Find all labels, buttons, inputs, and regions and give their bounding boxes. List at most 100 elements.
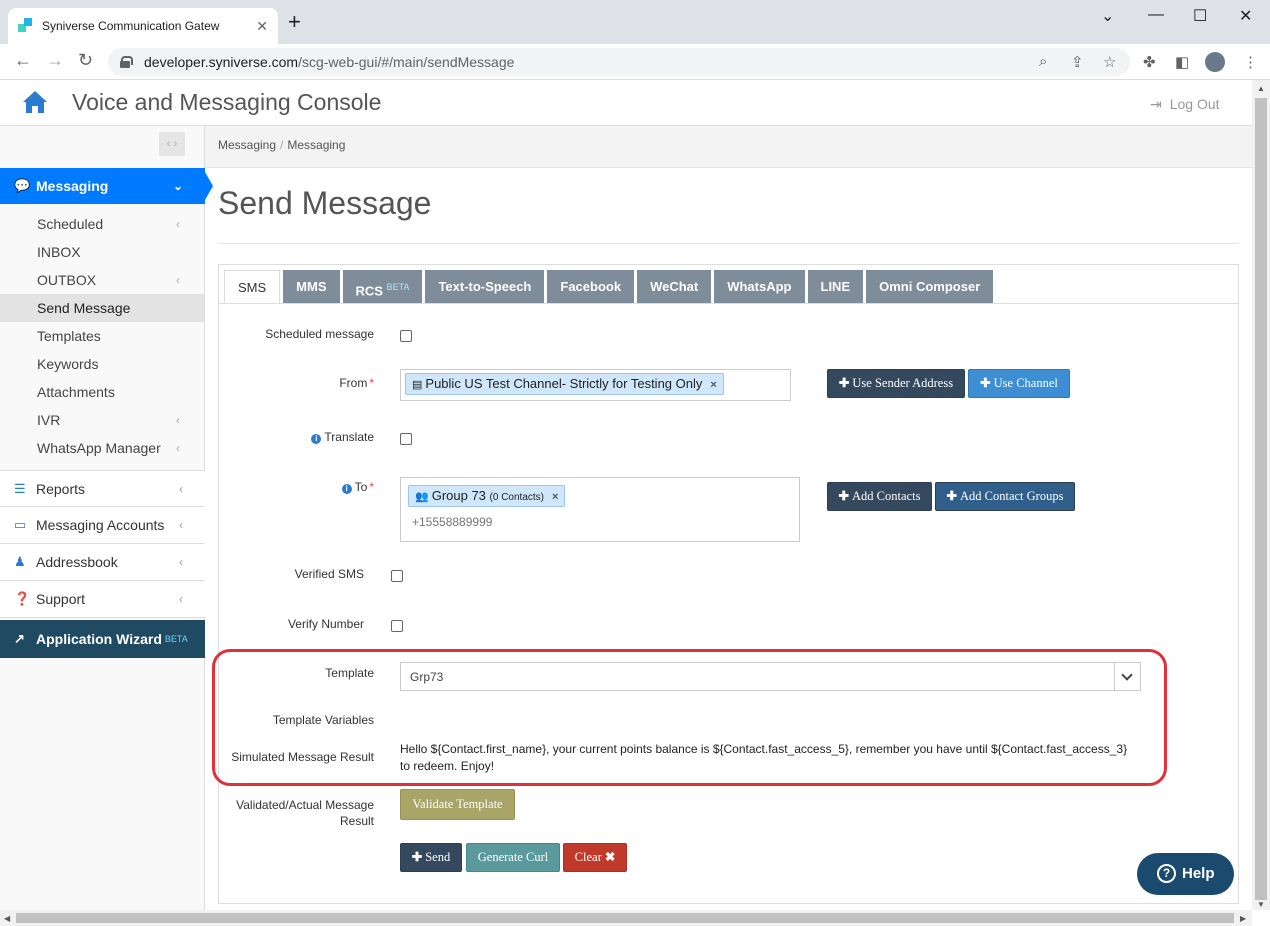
minimize-icon[interactable]: — [1148,6,1164,24]
tab-search-icon[interactable]: ⌄ [1101,6,1114,26]
window-close-icon[interactable]: ✕ [1239,6,1252,26]
generate-curl-button[interactable]: Generate Curl [466,843,560,872]
browser-tab[interactable]: Syniverse Communication Gatew ✕ [8,8,278,44]
logout-link[interactable]: ⇥ Log Out [1150,96,1220,113]
sidebar-sub-label: IVR [37,412,61,428]
zoom-icon[interactable]: ⌕ [1039,53,1047,70]
sidebar-item-attachments[interactable]: Attachments [0,378,204,406]
from-label: From * [220,376,374,390]
divider [218,243,1239,244]
scroll-down-icon[interactable]: ▼ [1257,900,1265,909]
sidebar-item-support[interactable]: ❓ Support ‹ [0,581,205,618]
sidebar-sub-label: INBOX [37,244,81,260]
tab-sms[interactable]: SMS [224,270,281,304]
plus-icon: ✚ [838,376,850,390]
tab-mms[interactable]: MMS [283,270,340,304]
card-icon: ▤ [412,379,423,391]
tab-text-to-speech[interactable]: Text-to-Speech [425,270,545,304]
tab-wechat[interactable]: WeChat [637,270,712,304]
extensions-icon[interactable]: ✤ [1143,53,1156,71]
sidebar-label-wizard: Application Wizard [36,631,162,647]
sidebar-item-application-wizard[interactable]: ↗ Application Wizard BETA [0,620,205,658]
verified-sms-label: Verified SMS [294,567,364,581]
to-input[interactable] [412,515,782,529]
scroll-up-icon[interactable]: ▲ [1257,84,1265,93]
verify-number-checkbox[interactable] [391,620,403,632]
scroll-left-icon[interactable]: ◀ [4,914,10,923]
add-contacts-button[interactable]: ✚ Add Contacts [827,482,932,511]
breadcrumb-item[interactable]: Messaging [287,138,345,152]
browser-titlebar: Syniverse Communication Gatew ✕ + ⌄ — ☐ … [0,0,1270,44]
profile-avatar[interactable] [1205,52,1225,72]
horizontal-scrollbar[interactable]: ◀ ▶ [0,910,1252,926]
sidebar-sub-label: Send Message [37,300,131,316]
annotation-highlight-box [212,649,1167,786]
sidebar-item-inbox[interactable]: INBOX [0,238,204,266]
chip-remove-icon[interactable]: × [552,491,558,503]
sidebar-item-outbox[interactable]: OUTBOX ‹ [0,266,204,294]
reload-icon[interactable]: ↻ [78,50,93,71]
breadcrumb-item[interactable]: Messaging [218,138,276,152]
sidepanel-icon[interactable]: ◧ [1175,53,1189,71]
sidebar-item-send-message[interactable]: Send Message [0,294,204,322]
chevron-left-icon: ‹ [176,413,180,427]
to-field[interactable]: 👥 Group 73 (0 Contacts) × [400,477,800,542]
use-sender-address-button[interactable]: ✚ Use Sender Address [827,369,965,398]
tab-close-icon[interactable]: ✕ [256,18,268,35]
address-bar[interactable]: developer.syniverse.com/scg-web-gui/#/ma… [108,48,1130,76]
menu-dots-icon[interactable]: ⋮ [1243,53,1258,71]
button-label: Add Contacts [852,489,921,503]
group-icon: 👥 [415,491,429,503]
tab-line[interactable]: LINE [807,270,864,304]
tab-whatsapp[interactable]: WhatsApp [714,270,805,304]
scroll-right-icon[interactable]: ▶ [1240,914,1246,923]
tab-title: Syniverse Communication Gatew [42,19,220,33]
external-link-icon: ↗ [14,631,25,646]
verified-sms-checkbox[interactable] [391,570,403,582]
send-button[interactable]: ✚ Send [400,843,462,872]
required-mark: * [369,480,374,494]
add-contact-groups-button[interactable]: ✚ Add Contact Groups [935,482,1075,511]
sidebar-collapse-button[interactable]: ‹ › [159,132,185,156]
scroll-thumb[interactable] [1255,98,1267,900]
sidebar-item-messaging[interactable]: 💬 Messaging ⌄ [0,168,213,204]
chevron-left-icon: ‹ [179,518,183,532]
tab-facebook[interactable]: Facebook [547,270,635,304]
use-channel-button[interactable]: ✚ Use Channel [968,369,1070,398]
help-button[interactable]: ? Help [1137,853,1234,895]
monitor-icon: ▭ [14,517,27,532]
sidebar-label-reports: Reports [36,480,86,497]
sidebar-item-ivr[interactable]: IVR ‹ [0,406,204,434]
validate-template-button[interactable]: Validate Template [400,789,515,820]
app-header: Voice and Messaging Console ⇥ Log Out [0,80,1252,126]
sidebar-item-whatsapp-manager[interactable]: WhatsApp Manager ‹ [0,434,204,462]
tab-rcs[interactable]: RCS BETA [342,270,423,304]
sidebar-item-messaging-accounts[interactable]: ▭ Messaging Accounts ‹ [0,507,205,544]
home-icon[interactable] [22,90,48,114]
sidebar-item-scheduled[interactable]: Scheduled ‹ [0,210,204,238]
validated-label-line: Result [339,814,374,828]
chip-remove-icon[interactable]: × [710,379,716,391]
sidebar-item-templates[interactable]: Templates [0,322,204,350]
to-label-text: To [354,480,368,494]
scheduled-checkbox[interactable] [400,330,412,342]
maximize-icon[interactable]: ☐ [1193,6,1207,26]
sidebar-item-keywords[interactable]: Keywords [0,350,204,378]
sidebar-item-reports[interactable]: ☰ Reports ‹ [0,470,205,507]
bookmark-star-icon[interactable]: ☆ [1103,53,1116,71]
share-icon[interactable]: ⇪ [1071,53,1084,71]
back-icon[interactable]: ← [14,50,32,71]
scroll-thumb[interactable] [16,913,1234,923]
clear-button[interactable]: Clear ✖ [563,843,627,872]
sidebar-sub-label: Templates [37,328,101,344]
forward-icon[interactable]: → [46,50,64,71]
tab-omni-composer[interactable]: Omni Composer [866,270,994,304]
logout-label: Log Out [1169,96,1220,112]
translate-checkbox[interactable] [400,433,412,445]
sidebar-label-support: Support [36,591,86,607]
sidebar-item-addressbook[interactable]: ♟ Addressbook ‹ [0,544,205,581]
chevron-left-icon: ‹ [176,441,180,455]
vertical-scrollbar[interactable]: ▲ ▼ [1252,80,1270,910]
new-tab-icon[interactable]: + [288,11,301,33]
from-field[interactable]: ▤ Public US Test Channel- Strictly for Te… [400,369,791,401]
